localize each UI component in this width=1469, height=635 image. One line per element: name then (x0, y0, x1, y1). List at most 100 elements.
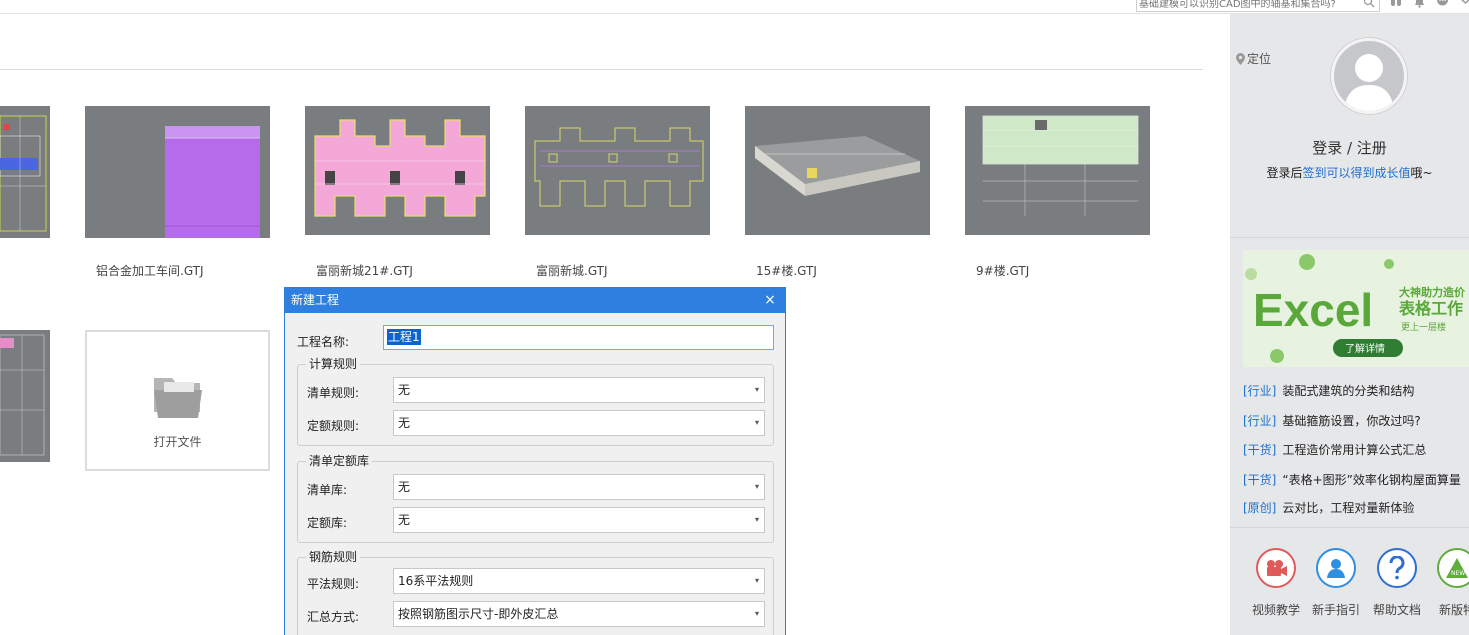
chevron-down-icon: ▾ (754, 515, 759, 524)
sidebar-divider (1230, 237, 1469, 238)
new-project-dialog: 新建工程 × 工程名称: 工程1 计算规则 清单规则: 无 ▾ 定额规则: 无 … (284, 287, 786, 635)
project-thumbnail-4[interactable] (745, 106, 930, 235)
news-tag: [干货] (1243, 443, 1277, 457)
location-label: 定位 (1247, 52, 1272, 66)
banner-line3: 更上一层楼 (1401, 321, 1446, 333)
section-divider (0, 69, 1203, 70)
list-rule-label: 清单规则: (307, 386, 360, 400)
project-name[interactable]: 富丽新城21#.GTJ (316, 262, 413, 279)
chevron-down-icon: ▾ (754, 385, 759, 394)
project-thumbnail-2[interactable] (305, 106, 490, 235)
hint-suffix: 哦~ (1410, 166, 1433, 180)
news-item[interactable]: [行业] 基础箍筋设置，你改过吗? (1243, 412, 1421, 429)
news-item[interactable]: [原创] 云对比，工程对量新体验 (1243, 499, 1414, 516)
quota-lib-value: 无 (398, 513, 411, 527)
location-pin-icon (1236, 52, 1245, 65)
project-name[interactable]: 铝合金加工车间.GTJ (96, 262, 204, 279)
dialog-title: 新建工程 (291, 293, 340, 307)
list-lib-label: 清单库: (307, 483, 348, 497)
project-thumbnail-1[interactable] (85, 106, 270, 238)
project-thumbnail-5[interactable] (965, 106, 1150, 235)
quota-rule-value: 无 (398, 416, 411, 430)
quota-rule-select[interactable]: 无 ▾ (393, 410, 765, 436)
list-lib-select[interactable]: 无 ▾ (393, 474, 765, 500)
calc-rules-group: 计算规则 清单规则: 无 ▾ 定额规则: 无 ▾ (297, 357, 774, 446)
flat-rule-value: 16系平法规则 (398, 574, 474, 588)
top-bar (0, 0, 1469, 14)
news-item[interactable]: [干货] “表格+图形”效率化钢构屋面算量 (1243, 471, 1461, 488)
login-hint: 登录后签到可以得到成长值哦~ (1230, 164, 1469, 181)
project-thumbnail-3[interactable] (525, 106, 710, 235)
dialog-title-bar: 新建工程 × (285, 288, 785, 313)
chevron-down-icon: ▾ (754, 418, 759, 427)
login-register-link[interactable]: 登录 / 注册 (1230, 137, 1469, 158)
banner-line1: 大神助力造价 (1399, 285, 1466, 299)
news-text: 基础箍筋设置，你改过吗? (1282, 414, 1421, 428)
summary-value: 按照钢筋图示尺寸-即外皮汇总 (398, 607, 559, 621)
project-name-value: 工程1 (387, 329, 421, 345)
avatar[interactable] (1331, 38, 1407, 114)
project-thumbnail-partial[interactable] (0, 106, 50, 238)
beginner-guide-button[interactable]: 新手指引 (1306, 548, 1366, 618)
user-guide-icon (1316, 548, 1356, 588)
open-file-button[interactable]: 打开文件 (85, 330, 270, 471)
summary-select[interactable]: 按照钢筋图示尺寸-即外皮汇总 ▾ (393, 601, 765, 627)
chat-icon[interactable] (1436, 0, 1449, 8)
list-lib-value: 无 (398, 480, 411, 494)
video-tutorial-button[interactable]: 视频教学 (1246, 548, 1306, 618)
folder-icon (154, 378, 202, 418)
tool-label: 新版特 (1438, 603, 1469, 617)
location-button[interactable]: 定位 (1236, 50, 1271, 67)
excel-promo-banner[interactable]: Excel 大神助力造价 表格工作 更上一层楼 了解详情 (1243, 250, 1469, 367)
quota-lib-select[interactable]: 无 ▾ (393, 507, 765, 533)
tool-label: 帮助文档 (1372, 603, 1421, 617)
quota-rule-label: 定额规则: (307, 419, 360, 433)
project-name[interactable]: 富丽新城.GTJ (536, 262, 608, 279)
chevron-down-icon: ▾ (754, 576, 759, 585)
list-rule-select[interactable]: 无 ▾ (393, 377, 765, 403)
user-avatar-icon (1344, 54, 1394, 111)
new-version-icon: NEW (1437, 548, 1469, 588)
news-tag: [行业] (1243, 414, 1277, 428)
rebar-rules-group: 钢筋规则 平法规则: 16系平法规则 ▾ 汇总方式: 按照钢筋图示尺寸-即外皮汇… (297, 550, 774, 635)
project-name[interactable]: 9#楼.GTJ (976, 262, 1029, 279)
flat-rule-label: 平法规则: (307, 577, 360, 591)
summary-label: 汇总方式: (307, 610, 360, 624)
tool-label: 新手指引 (1311, 603, 1360, 617)
top-search-box[interactable] (1136, 0, 1380, 12)
news-text: 装配式建筑的分类和结构 (1282, 384, 1415, 398)
flat-rule-select[interactable]: 16系平法规则 ▾ (393, 568, 765, 594)
svg-text:NEW: NEW (1451, 570, 1465, 577)
news-text: 工程造价常用计算公式汇总 (1282, 443, 1427, 457)
dropdown-arrow-icon[interactable] (1459, 0, 1469, 8)
new-version-button[interactable]: NEW 新版特 (1427, 548, 1469, 618)
hint-prefix: 登录后 (1266, 166, 1303, 180)
top-search-input[interactable] (1139, 0, 1357, 11)
project-thumbnail-partial-2[interactable] (0, 330, 50, 462)
news-item[interactable]: [行业] 装配式建筑的分类和结构 (1243, 382, 1414, 399)
project-name-label: 工程名称: (297, 335, 350, 349)
video-camera-icon (1256, 548, 1296, 588)
banner-big-text: Excel (1253, 284, 1373, 336)
user-shapes-icon[interactable] (1390, 0, 1403, 8)
help-docs-button[interactable]: 帮助文档 (1367, 548, 1427, 618)
chevron-down-icon: ▾ (754, 609, 759, 618)
growth-value-link[interactable]: 签到可以得到成长值 (1302, 166, 1410, 180)
group-title: 清单定额库 (306, 454, 373, 468)
quota-lib-label: 定额库: (307, 516, 348, 530)
news-tag: [原创] (1243, 501, 1277, 515)
right-sidebar: 定位 登录 / 注册 登录后签到可以得到成长值哦~ Excel 大神助力造价 表… (1230, 14, 1469, 635)
project-name[interactable]: 15#楼.GTJ (756, 262, 817, 279)
close-icon[interactable]: × (763, 288, 777, 313)
list-rule-value: 无 (398, 383, 411, 397)
bell-icon[interactable] (1413, 0, 1426, 8)
group-title: 钢筋规则 (306, 550, 361, 564)
news-item[interactable]: [干货] 工程造价常用计算公式汇总 (1243, 441, 1426, 458)
search-icon[interactable] (1363, 0, 1375, 8)
banner-line2: 表格工作 (1398, 299, 1463, 318)
news-text: “表格+图形”效率化钢构屋面算量 (1282, 473, 1461, 487)
sidebar-divider (1230, 527, 1469, 528)
top-icon-group (1390, 0, 1469, 10)
open-file-label: 打开文件 (153, 435, 202, 449)
project-name-input[interactable]: 工程1 (383, 325, 774, 350)
